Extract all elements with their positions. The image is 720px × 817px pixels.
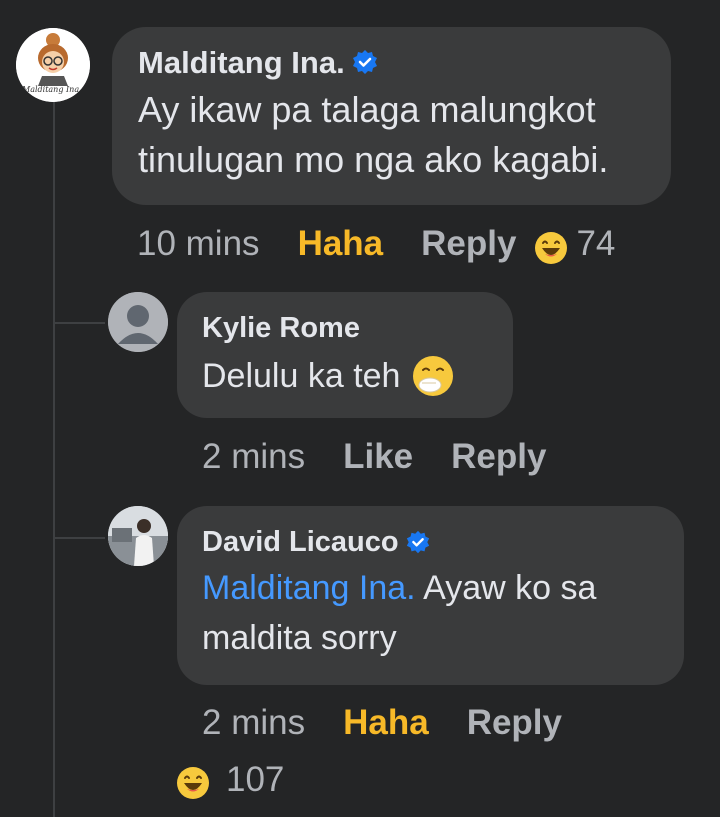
default-profile-icon: [108, 292, 168, 352]
reply-branch-line: [53, 322, 105, 324]
reply-bubble: Kylie Rome Delulu ka teh: [177, 292, 513, 418]
haha-button[interactable]: Haha: [343, 703, 429, 743]
avatar-kylie-rome[interactable]: [108, 292, 168, 352]
avatar-david-licauco[interactable]: [108, 506, 168, 566]
avatar-caption: Malditang Ina: [22, 85, 80, 94]
reply-button[interactable]: Reply: [451, 437, 546, 477]
verified-badge-icon: [406, 530, 429, 553]
face-with-hand-over-mouth-icon: [413, 356, 454, 396]
reaction-count[interactable]: 74: [576, 224, 615, 264]
comment-timestamp: 10 mins: [137, 224, 260, 263]
reply-text: Delulu ka teh: [202, 356, 401, 395]
reply-author-name[interactable]: David Licauco: [202, 526, 399, 559]
haha-emoji-icon: [177, 767, 209, 799]
reply-actions: 2 mins Like Reply: [202, 435, 546, 479]
reply-button[interactable]: Reply: [421, 224, 516, 264]
reply-bubble: David Licauco Malditang Ina. Ayaw ko sa …: [177, 506, 684, 685]
comment-actions: 10 mins Haha Reply 74: [137, 222, 615, 266]
reply-branch-line: [53, 537, 105, 539]
verified-badge-icon: [352, 50, 377, 74]
reply-timestamp: 2 mins: [202, 437, 306, 476]
reply-reaction-summary[interactable]: 107: [176, 758, 284, 802]
reply-timestamp: 2 mins: [202, 703, 306, 742]
reply-author-name[interactable]: Kylie Rome: [202, 312, 360, 345]
thread-connector-line: [53, 102, 55, 817]
haha-button[interactable]: Haha: [298, 224, 384, 264]
reply-actions: 2 mins Haha Reply: [202, 701, 562, 745]
mention-link[interactable]: Malditang Ina.: [202, 569, 416, 607]
comment-thread: Malditang Ina Malditang Ina. Ay ikaw pa …: [0, 0, 720, 817]
profile-photo-icon: [108, 506, 168, 566]
comment-author-name[interactable]: Malditang Ina.: [138, 45, 345, 81]
haha-emoji-icon[interactable]: [534, 231, 568, 265]
avatar-malditang-ina[interactable]: Malditang Ina: [16, 28, 90, 102]
reply-button[interactable]: Reply: [467, 703, 562, 743]
like-button[interactable]: Like: [343, 437, 413, 477]
comment-bubble: Malditang Ina. Ay ikaw pa talaga malungk…: [112, 27, 671, 205]
comment-text: Ay ikaw pa talaga malungkot tinulugan mo…: [138, 89, 609, 180]
reaction-count: 107: [226, 760, 285, 799]
